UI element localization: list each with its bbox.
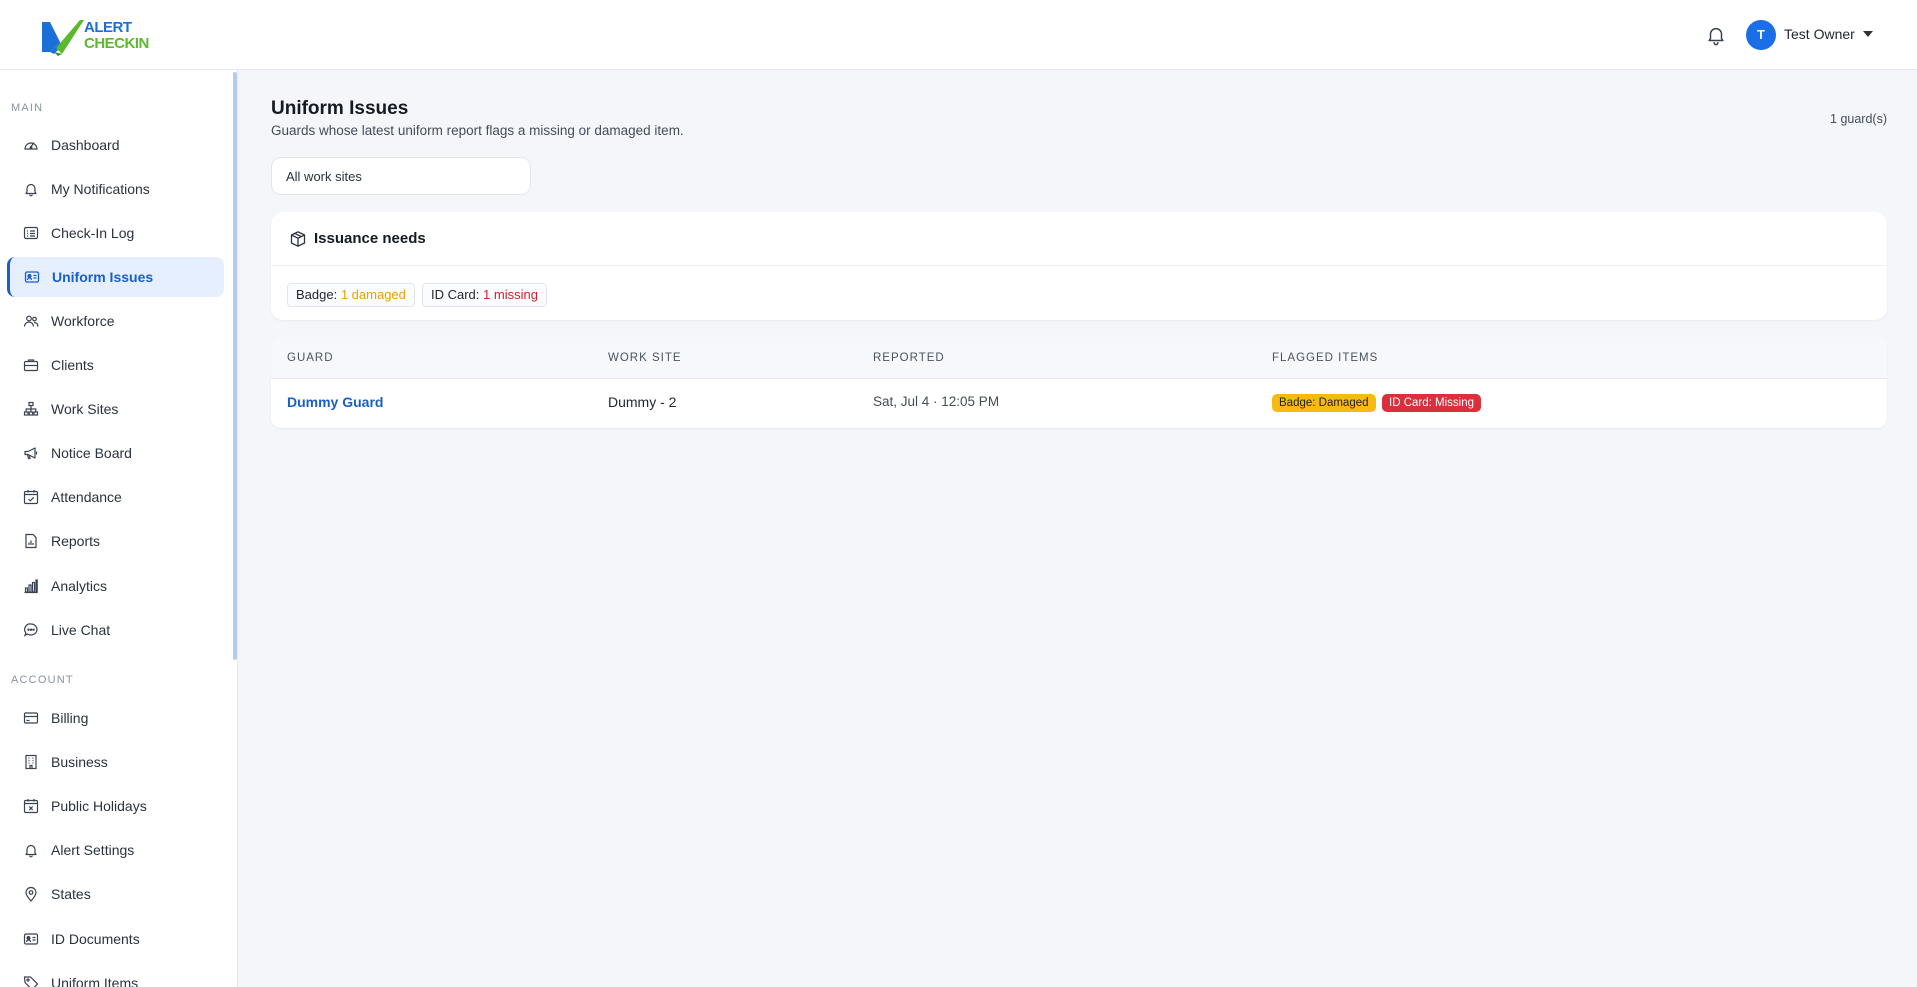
logo-line-1: ALERT bbox=[84, 19, 132, 36]
work-site-filter[interactable]: All work sites bbox=[271, 157, 531, 195]
sidebar-item-label: Billing bbox=[51, 710, 89, 726]
chip-key: ID Card: bbox=[431, 287, 480, 302]
guard-link[interactable]: Dummy Guard bbox=[287, 394, 383, 410]
sidebar-item-public-holidays[interactable]: Public Holidays bbox=[8, 786, 225, 826]
map-pin-icon bbox=[25, 886, 37, 902]
sitemap-icon bbox=[23, 401, 39, 416]
sidebar-item-uniform-issues[interactable]: Uniform Issues bbox=[7, 257, 224, 297]
bell-icon bbox=[25, 183, 37, 197]
sidebar-item-clients[interactable]: Clients bbox=[8, 345, 225, 385]
user-name[interactable]: Test Owner bbox=[1784, 26, 1855, 42]
badge-damaged-chip: Badge: 1 damaged bbox=[287, 283, 415, 307]
column-header-reported: REPORTED bbox=[873, 352, 945, 364]
gauge-icon bbox=[24, 142, 38, 150]
sidebar-item-alert-settings[interactable]: Alert Settings bbox=[8, 830, 225, 870]
logo-line-2: CHECKIN bbox=[84, 35, 149, 52]
bell-icon bbox=[25, 844, 37, 858]
page-subtitle: Guards whose latest uniform report flags… bbox=[271, 123, 684, 138]
sidebar-item-label: Live Chat bbox=[51, 622, 111, 638]
section-title-main: MAIN bbox=[11, 102, 44, 114]
column-header-flagged-items: FLAGGED ITEMS bbox=[1272, 352, 1379, 364]
sidebar-item-id-documents[interactable]: ID Documents bbox=[8, 919, 225, 959]
report-icon bbox=[25, 533, 37, 549]
sidebar-item-label: Clients bbox=[51, 357, 94, 373]
caret-down-icon[interactable] bbox=[1863, 31, 1873, 37]
page-title: Uniform Issues bbox=[271, 98, 409, 119]
sidebar-item-live-chat[interactable]: Live Chat bbox=[8, 610, 225, 650]
flag-badge-damaged: Badge: Damaged bbox=[1272, 394, 1376, 412]
sidebar-item-uniform-items[interactable]: Uniform Items bbox=[8, 963, 225, 987]
avatar[interactable]: T bbox=[1746, 20, 1776, 50]
sidebar-item-label: Public Holidays bbox=[51, 798, 147, 814]
sidebar-item-label: Uniform Items bbox=[51, 975, 139, 987]
sidebar-item-label: States bbox=[51, 886, 91, 902]
sidebar-item-label: Uniform Issues bbox=[52, 269, 154, 285]
briefcase-icon bbox=[23, 359, 39, 372]
sidebar-item-attendance[interactable]: Attendance bbox=[8, 477, 225, 517]
work-site-filter-value: All work sites bbox=[286, 169, 362, 184]
tag-icon bbox=[23, 976, 39, 987]
sidebar-item-dashboard[interactable]: Dashboard bbox=[8, 125, 225, 165]
sidebar-item-check-in-log[interactable]: Check-In Log bbox=[8, 213, 225, 253]
calendar-x-icon bbox=[23, 799, 39, 814]
guard-count: 1 guard(s) bbox=[1830, 112, 1887, 126]
sidebar-item-billing[interactable]: Billing bbox=[8, 698, 225, 738]
sidebar-item-states[interactable]: States bbox=[8, 874, 225, 914]
megaphone-icon bbox=[24, 447, 38, 460]
bar-chart-icon bbox=[24, 579, 38, 594]
table-header: GUARD WORK SITE REPORTED FLAGGED ITEMS bbox=[271, 337, 1887, 379]
sidebar-item-label: Workforce bbox=[51, 313, 115, 329]
logo-wordmark: ALERT CHECKIN bbox=[84, 20, 149, 52]
sidebar-item-label: Alert Settings bbox=[51, 842, 135, 858]
sidebar-item-label: Reports bbox=[51, 533, 101, 549]
top-bar: ALERT CHECKIN T Test Owner bbox=[0, 0, 1917, 70]
issuance-needs-title: Issuance needs bbox=[314, 230, 426, 247]
alert-checkin-logo[interactable]: ALERT CHECKIN bbox=[40, 16, 160, 56]
chip-key: Badge: bbox=[296, 287, 338, 302]
sidebar-item-my-notifications[interactable]: My Notifications bbox=[8, 169, 225, 209]
id-card-missing-chip: ID Card: 1 missing bbox=[422, 283, 547, 307]
id-card-icon bbox=[24, 271, 40, 283]
calendar-check-icon bbox=[23, 490, 39, 505]
sidebar-item-analytics[interactable]: Analytics bbox=[8, 566, 225, 606]
sidebar-scrollbar[interactable] bbox=[233, 72, 237, 660]
flag-id-card-missing: ID Card: Missing bbox=[1382, 394, 1481, 412]
work-site-cell: Dummy - 2 bbox=[608, 394, 677, 410]
sidebar: MAIN Dashboard My Notifications Check-In… bbox=[0, 70, 238, 987]
chip-value: 1 damaged bbox=[340, 287, 406, 302]
list-icon bbox=[23, 226, 39, 240]
sidebar-item-work-sites[interactable]: Work Sites bbox=[8, 389, 225, 429]
sidebar-item-label: Check-In Log bbox=[51, 225, 135, 241]
chat-icon bbox=[23, 623, 38, 637]
sidebar-item-label: Dashboard bbox=[51, 137, 120, 153]
reported-cell: Sat, Jul 4 · 12:05 PM bbox=[873, 394, 1000, 409]
sidebar-item-label: Work Sites bbox=[51, 401, 119, 417]
sidebar-item-label: Notice Board bbox=[51, 445, 132, 461]
section-title-account: ACCOUNT bbox=[11, 674, 74, 686]
column-header-guard: GUARD bbox=[287, 352, 334, 364]
sidebar-item-reports[interactable]: Reports bbox=[8, 521, 225, 561]
sidebar-item-label: Business bbox=[51, 754, 108, 770]
sidebar-item-label: Attendance bbox=[51, 489, 122, 505]
column-header-work-site: WORK SITE bbox=[608, 352, 682, 364]
sidebar-item-workforce[interactable]: Workforce bbox=[8, 301, 225, 341]
issuance-needs-card: Issuance needs Badge: 1 damaged ID Card:… bbox=[271, 212, 1887, 320]
bell-icon[interactable] bbox=[1705, 24, 1727, 46]
building-icon bbox=[25, 754, 37, 770]
people-icon bbox=[23, 315, 39, 327]
sidebar-item-label: Analytics bbox=[51, 578, 108, 594]
issuance-needs-header: Issuance needs bbox=[271, 212, 1887, 266]
box-icon bbox=[290, 231, 306, 247]
sidebar-item-notice-board[interactable]: Notice Board bbox=[8, 433, 225, 473]
id-card-icon bbox=[23, 933, 39, 945]
sidebar-item-label: ID Documents bbox=[51, 931, 140, 947]
uniform-issues-table: GUARD WORK SITE REPORTED FLAGGED ITEMS D… bbox=[271, 337, 1887, 428]
checkmark-logo-icon bbox=[42, 20, 84, 56]
chip-value: 1 missing bbox=[483, 287, 538, 302]
credit-card-icon bbox=[23, 712, 39, 724]
sidebar-item-label: My Notifications bbox=[51, 181, 150, 197]
sidebar-item-business[interactable]: Business bbox=[8, 742, 225, 782]
